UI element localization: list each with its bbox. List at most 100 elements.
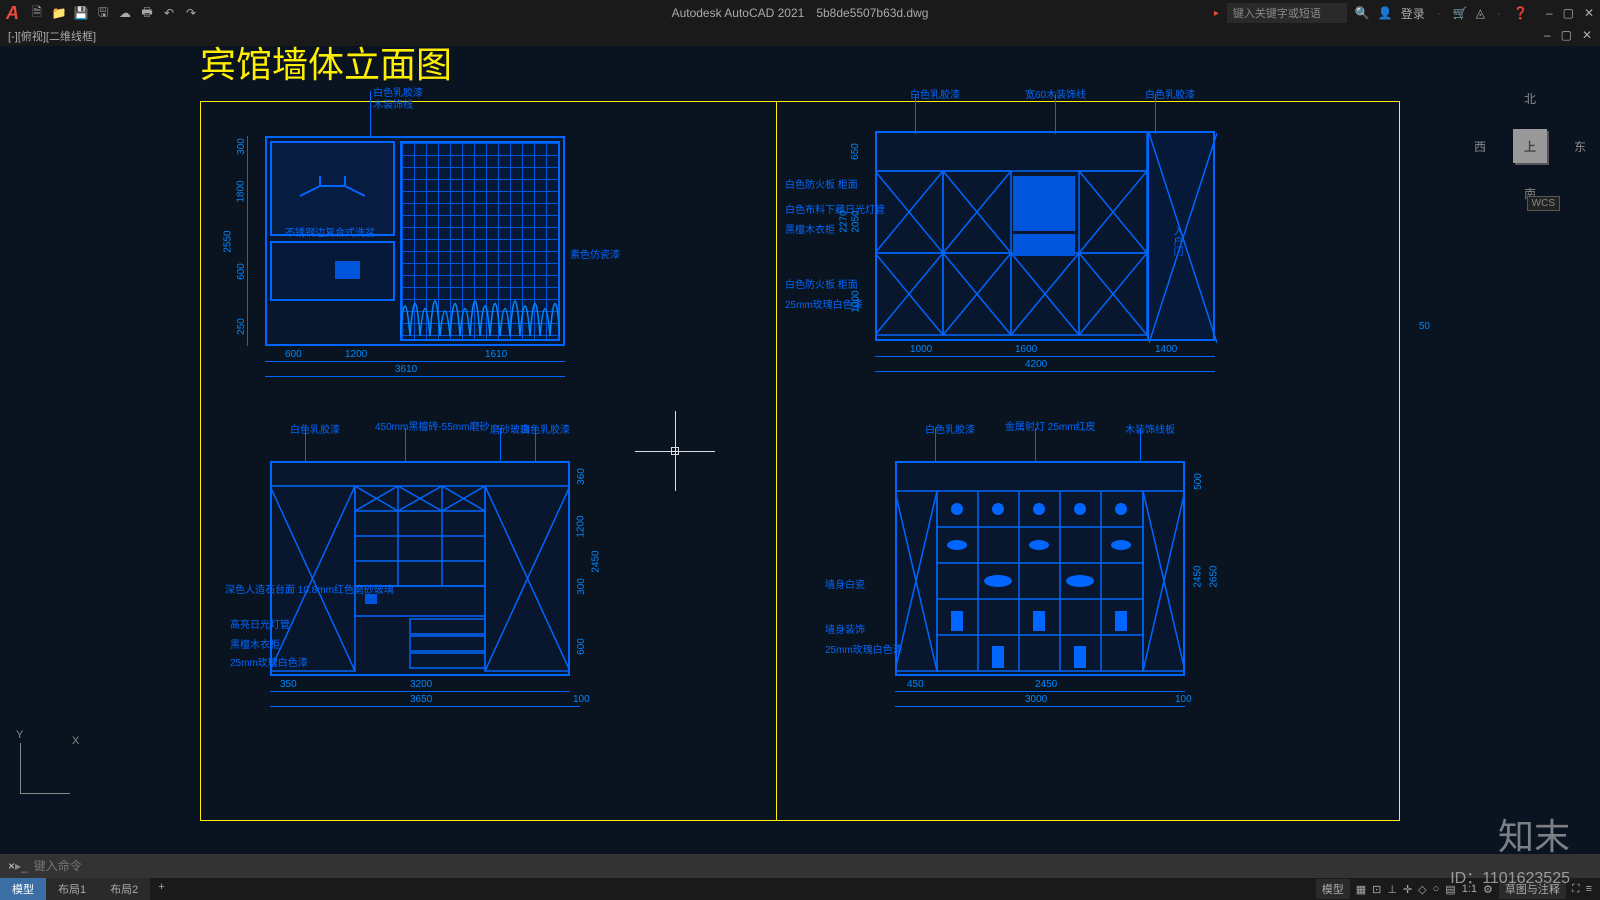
dim-value: 2650 xyxy=(1209,565,1220,587)
wcs-badge[interactable]: WCS xyxy=(1527,196,1560,211)
ortho-icon[interactable]: ⊥ xyxy=(1387,883,1397,896)
frame-divider xyxy=(776,102,777,820)
close-icon[interactable]: ✕ xyxy=(1584,6,1594,20)
redo-icon[interactable]: ↷ xyxy=(183,5,199,21)
titlebar: A 🗎 📁 💾 🖫 ☁ 🖶 ↶ ↷ Autodesk AutoCAD 2021 … xyxy=(0,0,1600,26)
dim-h xyxy=(270,691,570,692)
drawing-title: 宾馆墙体立面图 xyxy=(200,36,452,88)
app-logo: A xyxy=(6,3,19,24)
watermark: 知末 xyxy=(1498,808,1570,860)
callout: 不锈钢边复合式洗盆 xyxy=(285,224,375,239)
tab-model[interactable]: 模型 xyxy=(0,878,46,900)
callout: 黑檀木衣柜 xyxy=(230,636,280,651)
dim-value: 3610 xyxy=(395,364,417,375)
dim-value: 650 xyxy=(850,143,861,160)
quick-access-toolbar: 🗎 📁 💾 🖫 ☁ 🖶 ↶ ↷ xyxy=(29,5,199,21)
cabinet-fill xyxy=(1013,176,1075,231)
save-icon[interactable]: 💾 xyxy=(73,5,89,21)
dim-value: 2270 xyxy=(839,210,850,232)
dim-value: 1400 xyxy=(1155,344,1177,355)
leader xyxy=(405,428,406,463)
cart-icon[interactable]: 🛒 xyxy=(1453,6,1468,20)
callout: 25mm玫瑰白色漆 xyxy=(825,641,903,656)
dim-value: 100 xyxy=(573,694,590,705)
dim-value: 1800 xyxy=(236,180,247,202)
menu-icon[interactable]: ≡ xyxy=(1586,883,1592,895)
dim-value: 3200 xyxy=(410,679,432,690)
dim-value: 3650 xyxy=(410,694,432,705)
callout: 木装饰线板 xyxy=(1125,421,1175,436)
callout: 深色人造石台面 10.8mm红色磨砂玻璃 xyxy=(225,581,394,596)
maximize-icon[interactable]: ▢ xyxy=(1563,6,1574,20)
dim-value: 4200 xyxy=(1025,359,1047,370)
saveas-icon[interactable]: 🖫 xyxy=(95,5,111,21)
layout-tabs: 模型 布局1 布局2 + xyxy=(0,878,173,900)
new-icon[interactable]: 🗎 xyxy=(29,5,45,21)
tab-layout1[interactable]: 布局1 xyxy=(46,878,98,900)
doc-minimize-icon[interactable]: – xyxy=(1544,28,1551,44)
leader xyxy=(915,94,916,134)
viewcube-west[interactable]: 西 xyxy=(1474,138,1486,155)
doc-maximize-icon[interactable]: ▢ xyxy=(1561,28,1572,44)
plot-icon[interactable]: 🖶 xyxy=(139,5,155,21)
elevation-3: 白色乳胶漆 450mm黑檀砖-55mm磨砂 磨砂玻璃 白色乳胶漆 深色人造石台面… xyxy=(235,446,605,736)
viewcube-face[interactable]: 上 xyxy=(1513,129,1547,163)
shelf-grid xyxy=(895,461,1185,676)
polar-icon[interactable]: ✛ xyxy=(1403,883,1412,896)
drawing-area[interactable]: 宾馆墙体立面图 白色乳胶漆 木装饰线 不锈钢边复合式洗盆 素色仿瓷漆 600 1… xyxy=(0,46,1600,854)
dim-value: 600 xyxy=(576,638,587,655)
cmd-close-icon[interactable]: × xyxy=(8,859,15,873)
callout: 木装饰线 xyxy=(373,96,413,111)
undo-icon[interactable]: ↶ xyxy=(161,5,177,21)
divider: · xyxy=(1497,6,1501,20)
search-icon[interactable]: 🔍 xyxy=(1355,6,1370,20)
title-center: Autodesk AutoCAD 2021 5b8de5507b63d.dwg xyxy=(672,6,929,20)
leader xyxy=(1155,94,1156,134)
dim-value: 2450 xyxy=(1035,679,1057,690)
viewcube-north[interactable]: 北 xyxy=(1524,90,1536,107)
counter xyxy=(270,241,395,301)
user-icon[interactable]: 👤 xyxy=(1378,6,1393,20)
callout: 白色乳胶漆 xyxy=(1145,86,1195,101)
share-icon[interactable]: ◬ xyxy=(1476,6,1485,20)
dim-value: 2450 xyxy=(591,550,602,572)
dim-v xyxy=(247,136,248,346)
cloud-icon[interactable]: ☁ xyxy=(117,5,133,21)
dim-value: 2550 xyxy=(223,230,234,252)
leader xyxy=(1055,94,1056,134)
bracket-icon xyxy=(270,141,395,236)
command-input[interactable] xyxy=(34,859,1592,873)
open-icon[interactable]: 📁 xyxy=(51,5,67,21)
doc-close-icon[interactable]: ✕ xyxy=(1582,28,1592,44)
dim-value: 2450 xyxy=(1193,565,1204,587)
dim-value: 500 xyxy=(1193,473,1204,490)
callout: 白色乳胶漆 xyxy=(290,421,340,436)
minimize-icon[interactable]: – xyxy=(1546,6,1553,20)
model-toggle[interactable]: 模型 xyxy=(1316,879,1350,899)
callout: 黑檀木衣柜 xyxy=(785,221,835,236)
dim-h xyxy=(895,691,1185,692)
help-icon[interactable]: ❓ xyxy=(1513,6,1528,20)
dim-value: 1000 xyxy=(851,290,862,312)
login-link[interactable]: 登录 xyxy=(1401,5,1425,22)
elevation-2: 白色乳胶漆 宽60木装饰线 白色乳胶漆 入户门 白色防火板 柜面 白色布料 xyxy=(795,116,1235,396)
search-input[interactable]: 键入关键字或短语 xyxy=(1227,3,1347,23)
osnap-icon[interactable]: ○ xyxy=(1433,883,1440,895)
command-line[interactable]: × ▸_ xyxy=(0,854,1600,878)
tab-layout2[interactable]: 布局2 xyxy=(98,878,150,900)
callout: 墙身装饰 xyxy=(825,621,865,636)
snap-icon[interactable]: ⊡ xyxy=(1372,883,1381,896)
dim-value: 1200 xyxy=(576,515,587,537)
viewcube-east[interactable]: 东 xyxy=(1574,138,1586,155)
dim-value: 1610 xyxy=(485,349,507,360)
tab-add-button[interactable]: + xyxy=(150,878,172,900)
viewcube[interactable]: 上 北 南 东 西 xyxy=(1490,106,1570,186)
fullscreen-icon[interactable]: ⛶ xyxy=(1572,883,1580,896)
title-right: ▸ 键入关键字或短语 🔍 👤 登录 · 🛒 ◬ · ❓ – ▢ ✕ xyxy=(1214,3,1594,23)
callout: 白色乳胶漆 xyxy=(925,421,975,436)
grid-icon[interactable]: ▦ xyxy=(1356,883,1366,896)
leader xyxy=(500,428,501,463)
callout: 25mm玫瑰白色漆 xyxy=(230,654,308,669)
iso-icon[interactable]: ◇ xyxy=(1418,883,1426,896)
view-mode-label[interactable]: [-][俯视][二维线框] xyxy=(8,28,96,44)
